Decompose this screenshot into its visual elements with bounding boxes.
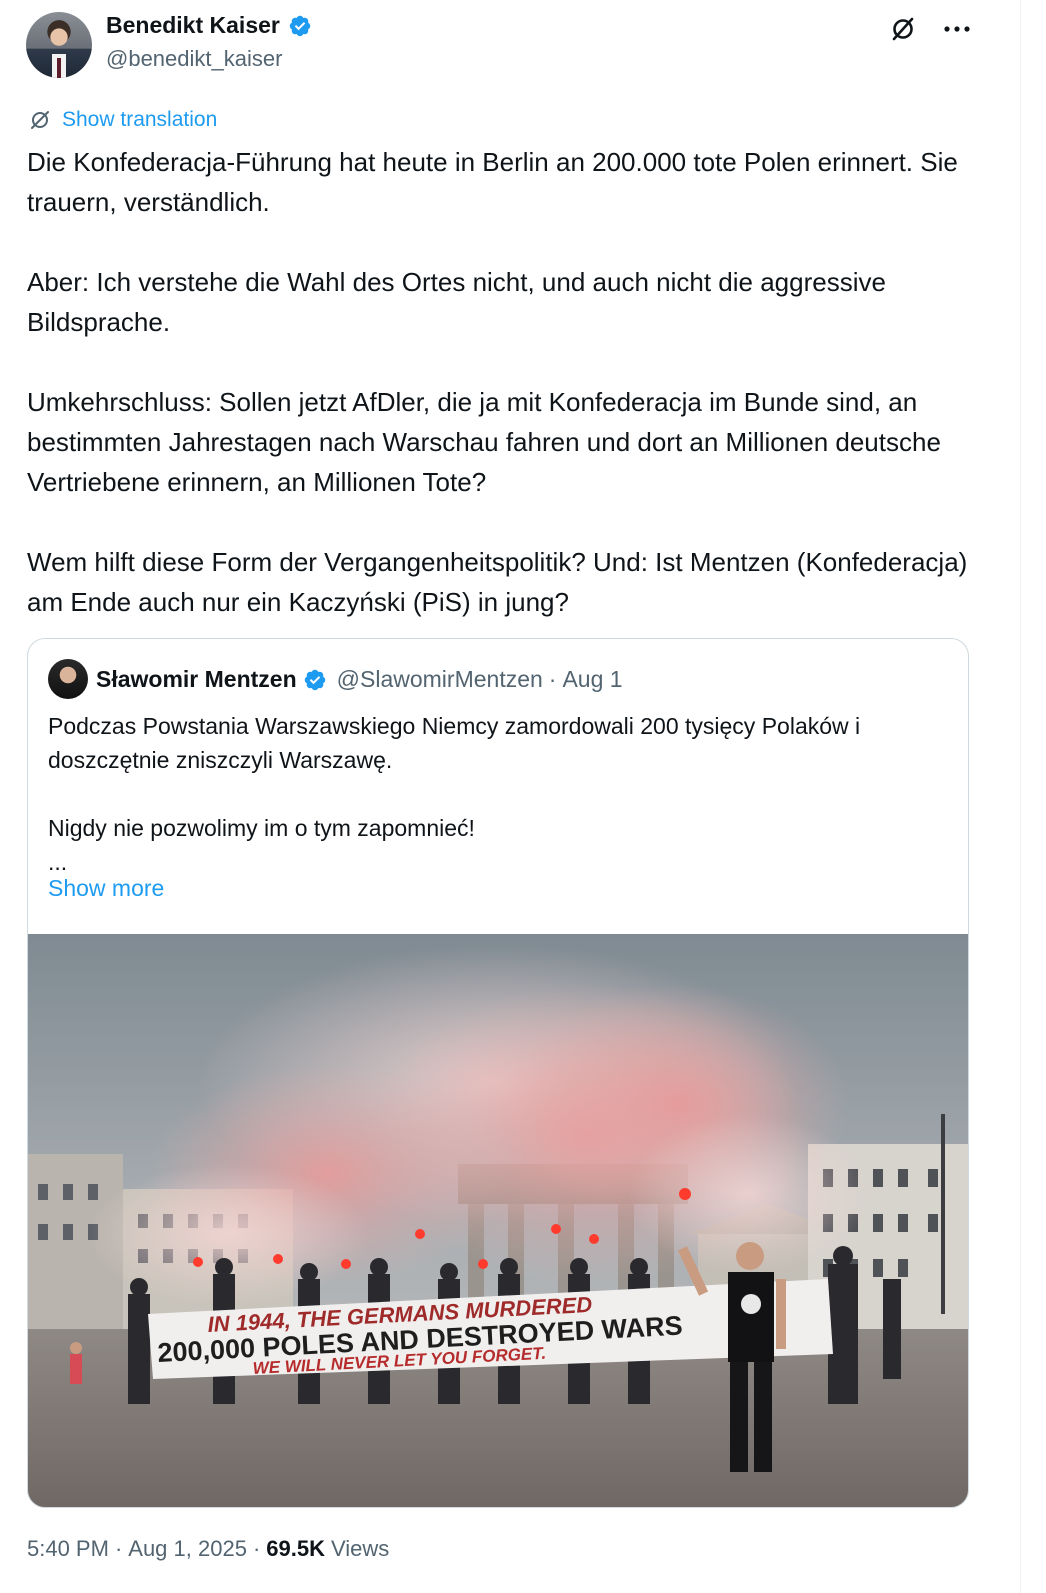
tweet-detail: Benedikt Kaiser @benedikt_kaiser Show tr… (0, 0, 1046, 1593)
author-name-row: Benedikt Kaiser (106, 12, 312, 39)
quoted-date[interactable]: Aug 1 (562, 666, 622, 693)
quoted-author-handle[interactable]: @SlawomirMentzen (337, 666, 543, 693)
quoted-author-avatar[interactable] (48, 659, 88, 699)
meta-separator: · (114, 1536, 123, 1561)
author-handle[interactable]: @benedikt_kaiser (106, 46, 282, 72)
tweet-actions (888, 14, 972, 44)
show-translation-link[interactable]: Show translation (28, 108, 217, 132)
child (70, 1354, 82, 1384)
tweet-text: Die Konfederacja-Führung hat heute in Be… (27, 147, 968, 617)
quoted-tweet-photo[interactable]: IN 1944, THE GERMANS MURDERED 200,000 PO… (28, 934, 968, 1507)
tweet-metadata: 5:40 PM · Aug 1, 2025 · 69.5K Views (27, 1536, 389, 1562)
author-display-name[interactable]: Benedikt Kaiser (106, 12, 280, 39)
more-icon[interactable] (942, 14, 972, 44)
show-more-link[interactable]: Show more (48, 875, 164, 902)
column-divider (1020, 0, 1021, 1593)
tweet-time[interactable]: 5:40 PM (27, 1536, 109, 1562)
quoted-tweet-header: Sławomir Mentzen @SlawomirMentzen · Aug … (96, 666, 623, 693)
quoted-separator: · (548, 666, 557, 692)
author-avatar[interactable] (26, 12, 92, 78)
views-label: Views (330, 1536, 390, 1561)
grok-icon[interactable] (888, 14, 918, 44)
views-count: 69.5K (266, 1536, 325, 1561)
quoted-author-name[interactable]: Sławomir Mentzen (96, 666, 297, 693)
tweet-date[interactable]: Aug 1, 2025 (128, 1536, 247, 1562)
quoted-tweet-card[interactable]: Sławomir Mentzen @SlawomirMentzen · Aug … (27, 638, 969, 1508)
meta-separator: · (252, 1536, 261, 1561)
verified-badge-icon (304, 669, 325, 690)
quoted-tweet-text: Podczas Powstania Warszawskiego Niemcy z… (48, 713, 861, 875)
verified-badge-icon (289, 15, 311, 36)
grok-translate-icon (31, 111, 49, 129)
show-translation-label[interactable]: Show translation (62, 108, 217, 132)
